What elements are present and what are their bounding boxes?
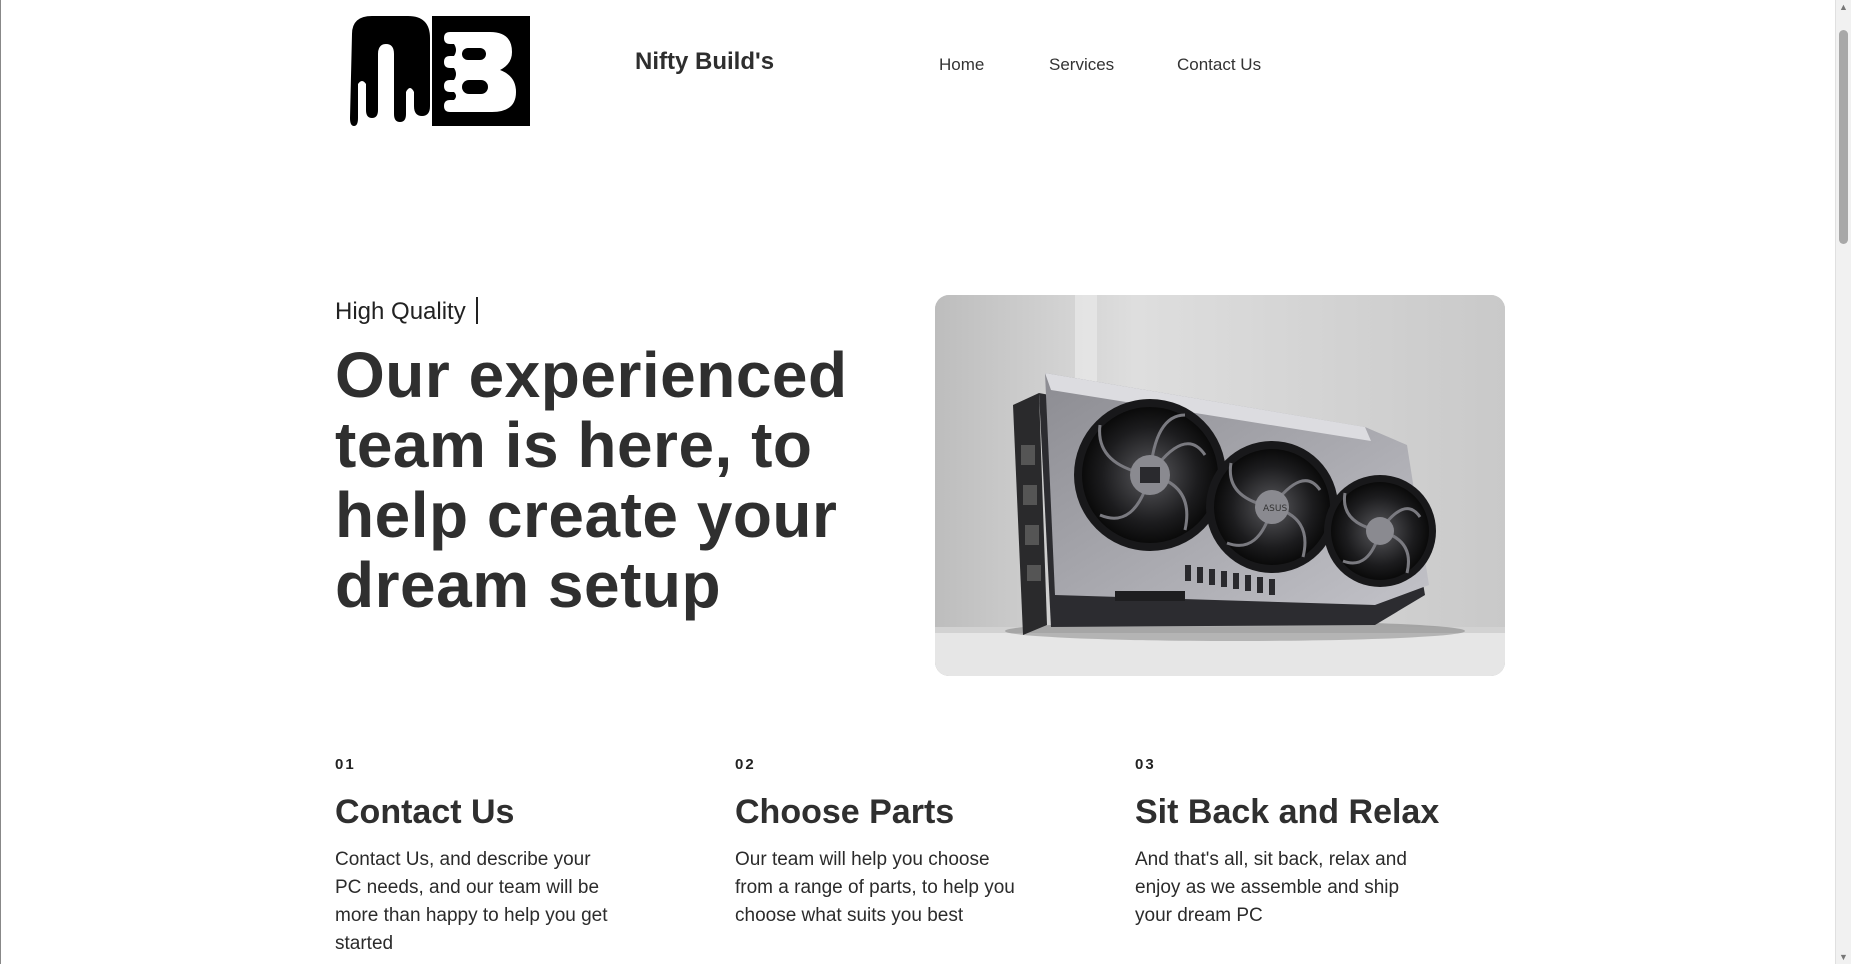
nav-services[interactable]: Services <box>1049 55 1114 75</box>
hero-tagline: High Quality <box>335 297 478 326</box>
hero-title: Our experienced team is here, to help cr… <box>335 339 848 621</box>
scrollbar-thumb[interactable] <box>1839 30 1848 244</box>
hero-image: ASUS <box>935 295 1505 676</box>
step-description: Contact Us, and describe your PC needs, … <box>335 849 608 954</box>
nav-home[interactable]: Home <box>939 55 984 75</box>
step-description: Our team will help you choose from a ran… <box>735 849 1015 926</box>
brand-name: Nifty Build's <box>635 48 775 75</box>
step-contact-us: 01 Contact Us Contact Us, and describe y… <box>335 756 635 958</box>
step-sit-back-and-relax: 03 Sit Back and Relax And that's all, si… <box>1135 756 1440 930</box>
typing-cursor <box>475 297 478 324</box>
step-number: 01 <box>335 756 356 773</box>
step-number: 03 <box>1135 756 1156 773</box>
step-title: Contact Us <box>335 793 515 831</box>
vertical-scrollbar[interactable]: ▲ ▼ <box>1835 0 1851 964</box>
brand-logo[interactable] <box>350 14 532 140</box>
hero-tagline-text: High Quality <box>335 298 466 325</box>
scroll-down-arrow-icon[interactable]: ▼ <box>1839 952 1848 962</box>
graphics-card-image: ASUS <box>935 295 1505 676</box>
step-number: 02 <box>735 756 756 773</box>
card-badge: ASUS <box>1263 504 1287 514</box>
step-choose-parts: 02 Choose Parts Our team will help you c… <box>735 756 1035 930</box>
nav-contact-us[interactable]: Contact Us <box>1177 55 1261 75</box>
logo-icon <box>350 16 530 126</box>
step-description: And that's all, sit back, relax and enjo… <box>1135 849 1407 926</box>
step-title: Choose Parts <box>735 793 955 831</box>
scroll-up-arrow-icon[interactable]: ▲ <box>1839 2 1848 12</box>
step-title: Sit Back and Relax <box>1135 793 1440 831</box>
